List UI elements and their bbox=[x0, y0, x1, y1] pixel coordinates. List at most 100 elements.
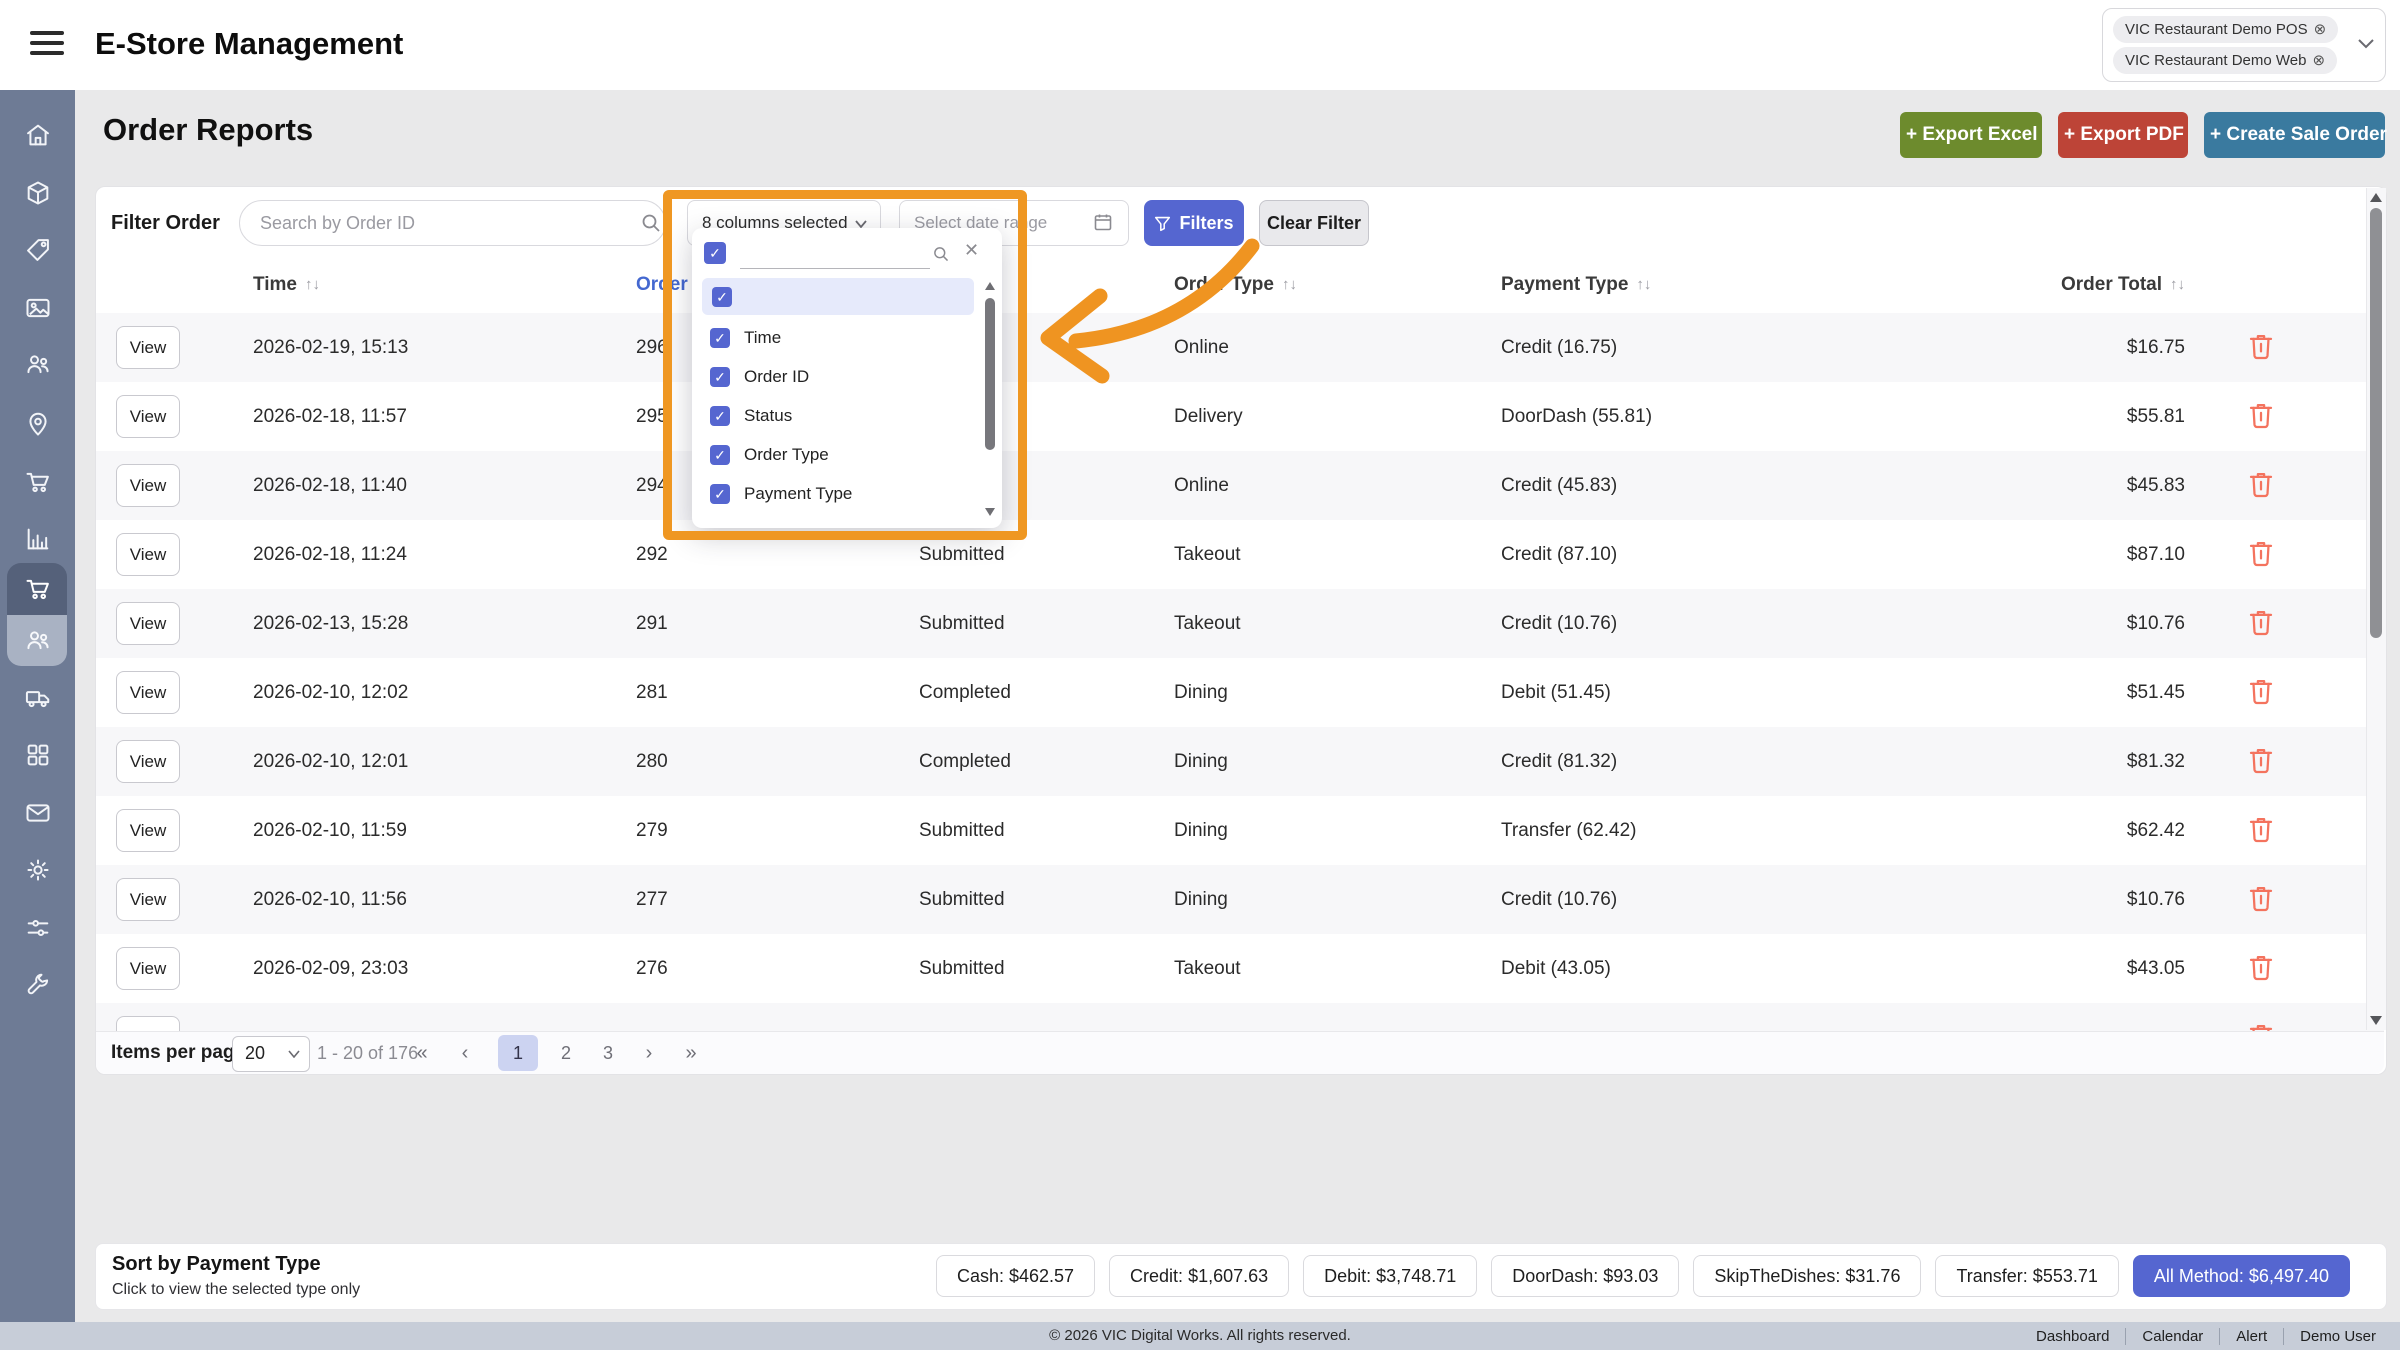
store-chip[interactable]: VIC Restaurant Demo POS⊗ bbox=[2113, 16, 2338, 43]
search-input[interactable] bbox=[239, 200, 666, 246]
scroll-up-icon[interactable] bbox=[2370, 193, 2382, 202]
dropdown-option-order-id[interactable]: ✓Order ID bbox=[692, 359, 982, 395]
dropdown-scrollbar[interactable] bbox=[984, 280, 997, 518]
export-excel-button[interactable]: + Export Excel bbox=[1900, 112, 2042, 158]
sidebar-item-users[interactable] bbox=[0, 350, 75, 378]
page-2-button[interactable]: 2 bbox=[546, 1032, 586, 1074]
next-page-button[interactable]: › bbox=[632, 1032, 666, 1074]
sidebar-item-cart[interactable] bbox=[0, 468, 75, 496]
close-icon[interactable]: ✕ bbox=[964, 240, 979, 261]
col-header-time[interactable]: Time↑↓ bbox=[253, 256, 320, 313]
delete-button[interactable] bbox=[2246, 537, 2282, 573]
sidebar-item-delivery[interactable] bbox=[0, 684, 75, 712]
payment-chip-credit[interactable]: Credit: $1,607.63 bbox=[1109, 1255, 1289, 1297]
table-scrollbar[interactable] bbox=[2366, 188, 2386, 1030]
filters-button[interactable]: Filters bbox=[1144, 200, 1244, 246]
table-row: View 2026-02-13, 15:28 291 Submitted Tak… bbox=[96, 589, 2384, 658]
col-header-payment-type[interactable]: Payment Type↑↓ bbox=[1501, 256, 1651, 313]
view-button[interactable]: View bbox=[116, 1016, 180, 1032]
delete-button[interactable] bbox=[2246, 399, 2282, 435]
col-header-order-type[interactable]: Order Type↑↓ bbox=[1174, 256, 1297, 313]
sidebar-item-settings[interactable] bbox=[0, 856, 75, 884]
create-sale-order-button[interactable]: + Create Sale Order bbox=[2204, 112, 2385, 158]
filter-order-label: Filter Order bbox=[111, 212, 220, 235]
sidebar-item-tags[interactable] bbox=[0, 236, 75, 264]
delete-button[interactable] bbox=[2246, 468, 2282, 504]
scrollbar-thumb[interactable] bbox=[985, 298, 995, 450]
sidebar-item-media[interactable] bbox=[0, 294, 75, 322]
scroll-up-icon[interactable] bbox=[985, 282, 995, 290]
cell-time: 2026-02-19, 15:13 bbox=[253, 313, 408, 382]
view-button[interactable]: View bbox=[116, 464, 180, 507]
cell-order-total: $55.81 bbox=[2127, 382, 2185, 451]
scroll-down-icon[interactable] bbox=[2370, 1016, 2382, 1025]
view-button[interactable]: View bbox=[116, 395, 180, 438]
payment-chip-transfer[interactable]: Transfer: $553.71 bbox=[1935, 1255, 2118, 1297]
scrollbar-thumb[interactable] bbox=[2370, 208, 2382, 638]
scroll-down-icon[interactable] bbox=[985, 508, 995, 516]
payment-chip-skipthedishes[interactable]: SkipTheDishes: $31.76 bbox=[1693, 1255, 1921, 1297]
clear-filter-button[interactable]: Clear Filter bbox=[1259, 200, 1369, 246]
prev-page-button[interactable]: ‹ bbox=[448, 1032, 482, 1074]
dropdown-option-time[interactable]: ✓Time bbox=[692, 320, 982, 356]
last-page-button[interactable]: » bbox=[674, 1032, 708, 1074]
view-button[interactable]: View bbox=[116, 671, 180, 714]
view-button[interactable]: View bbox=[116, 947, 180, 990]
sidebar-item-orders-active[interactable] bbox=[0, 575, 75, 603]
sidebar-item-preferences[interactable] bbox=[0, 914, 75, 942]
dropdown-option-payment-type[interactable]: ✓Payment Type bbox=[692, 476, 982, 512]
export-pdf-button[interactable]: + Export PDF bbox=[2058, 112, 2188, 158]
payment-chip-doordash[interactable]: DoorDash: $93.03 bbox=[1491, 1255, 1679, 1297]
cell-time: 2026-02-18, 11:57 bbox=[253, 382, 407, 451]
sidebar-item-home[interactable] bbox=[0, 121, 75, 149]
dropdown-search-input[interactable] bbox=[740, 240, 930, 269]
calendar-icon[interactable] bbox=[1093, 212, 1113, 232]
chevron-down-icon[interactable] bbox=[2357, 37, 2375, 49]
view-button[interactable]: View bbox=[116, 602, 180, 645]
bottom-link-alert[interactable]: Alert bbox=[2219, 1328, 2283, 1345]
page-1-button[interactable]: 1 bbox=[498, 1035, 538, 1071]
search-icon[interactable] bbox=[932, 245, 950, 263]
sidebar-item-messages[interactable] bbox=[0, 799, 75, 827]
remove-icon[interactable]: ⊗ bbox=[2312, 52, 2325, 69]
first-page-button[interactable]: « bbox=[405, 1032, 439, 1074]
sidebar-item-customers[interactable] bbox=[0, 626, 75, 654]
view-button[interactable]: View bbox=[116, 326, 180, 369]
bottom-link-demo-user[interactable]: Demo User bbox=[2283, 1328, 2392, 1345]
dropdown-option-status[interactable]: ✓Status bbox=[692, 398, 982, 434]
home-icon bbox=[24, 121, 52, 149]
col-header-order-total[interactable]: Order Total↑↓ bbox=[2061, 256, 2185, 313]
sidebar-item-locations[interactable] bbox=[0, 410, 75, 438]
view-button[interactable]: View bbox=[116, 533, 180, 576]
store-chip[interactable]: VIC Restaurant Demo Web⊗ bbox=[2113, 47, 2337, 74]
dropdown-option-order-type[interactable]: ✓Order Type bbox=[692, 437, 982, 473]
delete-button[interactable] bbox=[2246, 951, 2282, 987]
delete-button[interactable] bbox=[2246, 606, 2282, 642]
payment-chip-cash[interactable]: Cash: $462.57 bbox=[936, 1255, 1095, 1297]
payment-chip-all-method[interactable]: All Method: $6,497.40 bbox=[2133, 1255, 2350, 1297]
select-all-checkbox[interactable]: ✓ bbox=[704, 242, 726, 264]
remove-icon[interactable]: ⊗ bbox=[2314, 21, 2327, 38]
cell-order-total: $62.42 bbox=[2127, 796, 2185, 865]
page-size-select[interactable]: 20 bbox=[232, 1036, 310, 1072]
sidebar-item-reports[interactable] bbox=[0, 525, 75, 553]
cell-order-type: Dining bbox=[1174, 865, 1228, 934]
payment-chip-debit[interactable]: Debit: $3,748.71 bbox=[1303, 1255, 1477, 1297]
hamburger-menu-icon[interactable] bbox=[30, 31, 64, 59]
store-selector[interactable]: VIC Restaurant Demo POS⊗ VIC Restaurant … bbox=[2102, 8, 2386, 82]
bottom-link-dashboard[interactable]: Dashboard bbox=[2020, 1328, 2125, 1345]
delete-button[interactable] bbox=[2246, 744, 2282, 780]
delete-button[interactable] bbox=[2246, 813, 2282, 849]
sidebar-item-products[interactable] bbox=[0, 179, 75, 207]
view-button[interactable]: View bbox=[116, 809, 180, 852]
delete-button[interactable] bbox=[2246, 675, 2282, 711]
bottom-link-calendar[interactable]: Calendar bbox=[2125, 1328, 2219, 1345]
sidebar-item-tools[interactable] bbox=[0, 972, 75, 1000]
view-button[interactable]: View bbox=[116, 740, 180, 783]
view-button[interactable]: View bbox=[116, 878, 180, 921]
sidebar-item-dashboard[interactable] bbox=[0, 741, 75, 769]
dropdown-option-blank[interactable]: ✓ bbox=[702, 278, 974, 315]
delete-button[interactable] bbox=[2246, 882, 2282, 918]
delete-button[interactable] bbox=[2246, 330, 2282, 366]
page-3-button[interactable]: 3 bbox=[588, 1032, 628, 1074]
